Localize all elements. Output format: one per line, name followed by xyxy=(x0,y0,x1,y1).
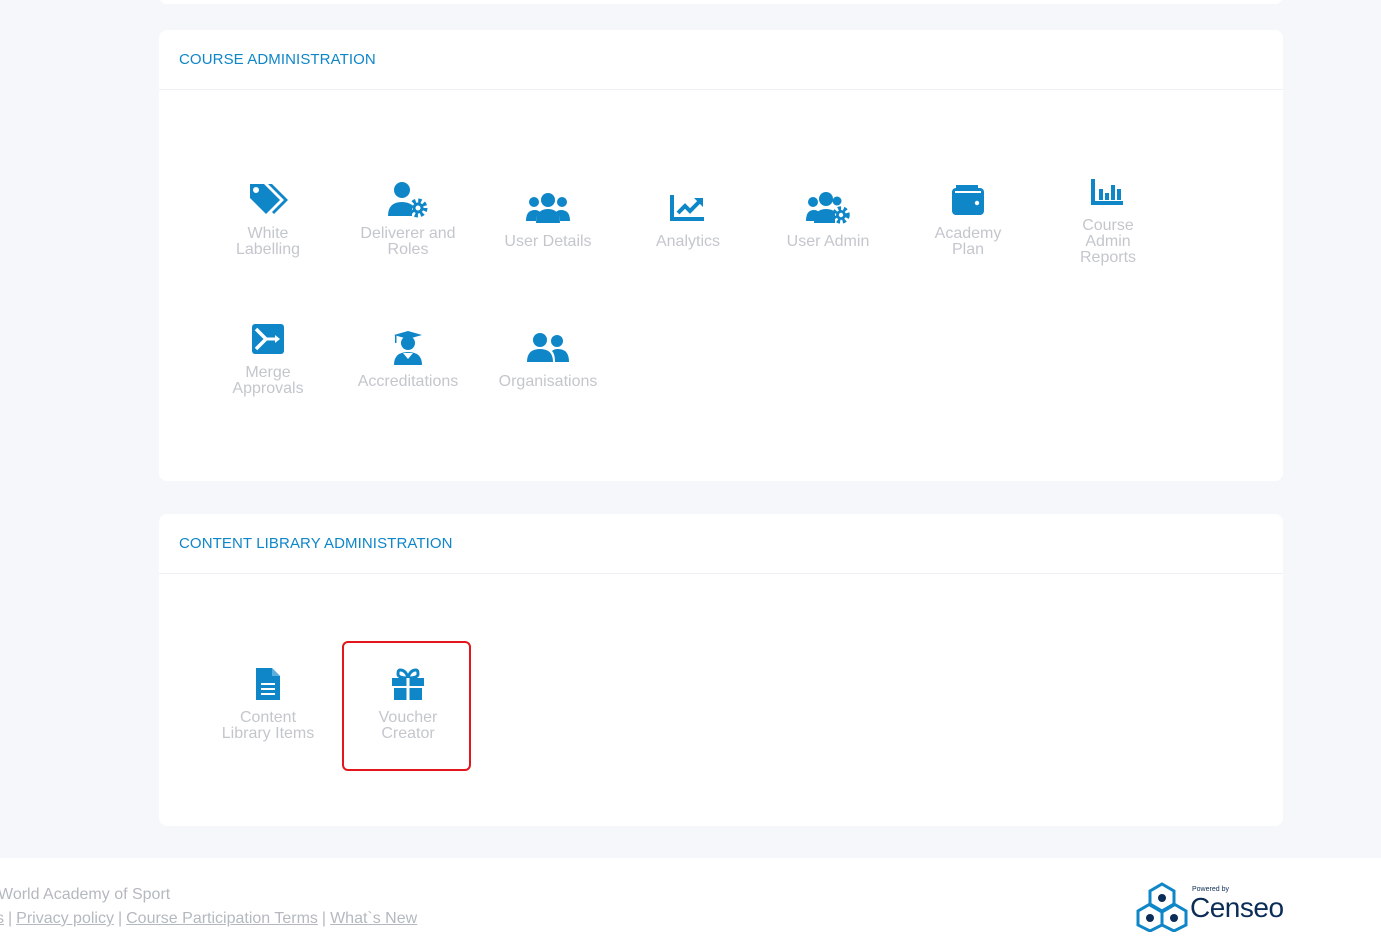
content-library-administration-card: CONTENT LIBRARY ADMINISTRATION Content Li… xyxy=(159,514,1283,826)
censeo-brand: Powered by Censeo xyxy=(1136,882,1286,933)
tile-label: Analytics xyxy=(628,234,748,250)
user-cog-icon xyxy=(386,178,430,222)
user-graduate-icon xyxy=(386,326,430,370)
footer-link-whats-new[interactable]: What`s New xyxy=(330,910,417,927)
footer-separator: | xyxy=(8,910,13,927)
tile-label-line: Admin xyxy=(1085,233,1131,250)
user-friends-icon xyxy=(526,326,570,370)
wallet-icon xyxy=(946,178,990,222)
tile-label: White Labelling xyxy=(208,226,328,258)
tile-merge-approvals[interactable]: Merge Approvals xyxy=(203,317,333,397)
section-title: CONTENT LIBRARY ADMINISTRATION xyxy=(159,514,1283,574)
tile-user-admin[interactable]: User Admin xyxy=(763,186,893,250)
tile-label-line: Roles xyxy=(387,241,429,258)
footer-link-privacy-policy[interactable]: Privacy policy xyxy=(16,910,114,927)
tile-label: Content Library Items xyxy=(208,710,328,742)
tile-user-details[interactable]: User Details xyxy=(483,186,613,250)
tile-white-labelling[interactable]: White Labelling xyxy=(203,178,333,258)
tile-accreditations[interactable]: Accreditations xyxy=(343,326,473,390)
tile-label-line: Library Items xyxy=(221,725,315,742)
censeo-logo-icon xyxy=(1136,882,1188,933)
footer: World Academy of Sport s | Privacy policy |… xyxy=(0,858,1381,951)
tile-course-admin-reports[interactable]: Course Admin Reports xyxy=(1043,170,1173,266)
tile-deliverer-and-roles[interactable]: Deliverer and Roles xyxy=(343,178,473,258)
footer-separator: | xyxy=(321,910,327,927)
tile-label-line: User Admin xyxy=(786,233,870,250)
tile-label-line: Content xyxy=(239,709,297,726)
censeo-wordmark: Censeo xyxy=(1190,892,1284,923)
tile-label: Academy Plan xyxy=(908,226,1028,258)
tile-label-line: Merge xyxy=(245,364,291,381)
tile-label-line: User Details xyxy=(504,233,592,250)
tile-label-line: Accreditations xyxy=(357,373,459,390)
tile-label: Deliverer and Roles xyxy=(348,226,468,258)
tile-label-line: White xyxy=(247,225,289,242)
tile-label-line: Academy xyxy=(934,225,1002,242)
tile-label-line: Course xyxy=(1082,217,1134,234)
highlight-outline xyxy=(342,641,471,771)
tile-label: Merge Approvals xyxy=(208,365,328,397)
tile-academy-plan[interactable]: Academy Plan xyxy=(903,178,1033,258)
tile-label: Course Admin Reports xyxy=(1048,218,1168,266)
tile-label-line: Reports xyxy=(1079,249,1137,266)
footer-link-course-participation-terms[interactable]: Course Participation Terms xyxy=(126,910,318,927)
chart-bar-icon xyxy=(1086,170,1130,214)
tile-content-library-items[interactable]: Content Library Items xyxy=(203,662,333,742)
tile-label-line: Organisations xyxy=(498,373,598,390)
users-icon xyxy=(526,186,570,230)
footer-links: s | Privacy policy | Course Participation Te… xyxy=(0,910,417,928)
tile-label-line: Deliverer and xyxy=(360,225,456,242)
file-alt-icon xyxy=(246,662,290,706)
previous-card-edge xyxy=(159,0,1283,4)
tags-icon xyxy=(246,178,290,222)
section-title: COURSE ADMINISTRATION xyxy=(159,30,1283,90)
tile-label: Accreditations xyxy=(348,374,468,390)
course-administration-card: COURSE ADMINISTRATION White Labelling Del… xyxy=(159,30,1283,481)
tile-label-line: Analytics xyxy=(655,233,721,250)
tile-label-line: Labelling xyxy=(235,241,301,258)
users-cog-icon xyxy=(806,186,850,230)
chart-line-icon xyxy=(666,186,710,230)
tile-label: Organisations xyxy=(488,374,608,390)
tile-label: User Admin xyxy=(768,234,888,250)
merge-icon xyxy=(246,317,290,361)
footer-org-name: World Academy of Sport xyxy=(0,886,171,903)
tile-label: User Details xyxy=(488,234,608,250)
footer-separator: | xyxy=(117,910,123,927)
tile-label-line: Plan xyxy=(951,241,985,258)
tile-organisations[interactable]: Organisations xyxy=(483,326,613,390)
tile-label-line: Approvals xyxy=(232,380,304,397)
tile-analytics[interactable]: Analytics xyxy=(623,186,753,250)
